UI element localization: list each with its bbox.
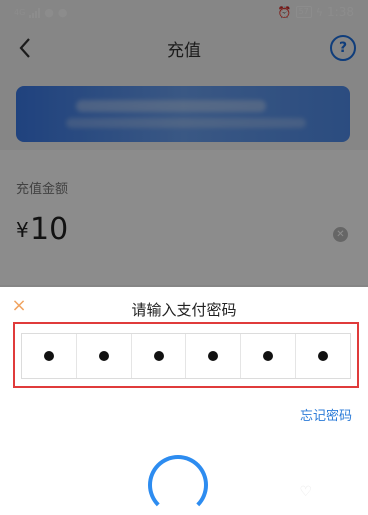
pin-dot xyxy=(208,351,219,361)
payment-password-sheet: × 请输入支付密码 忘记密码 ♡ xyxy=(0,287,368,515)
loading-spinner xyxy=(148,455,208,515)
sheet-title: 请输入支付密码 xyxy=(131,301,237,319)
pin-dot xyxy=(153,351,164,361)
pin-input[interactable] xyxy=(21,333,351,379)
pin-dot xyxy=(318,351,329,361)
pin-cell xyxy=(132,334,187,378)
pin-cell xyxy=(296,334,350,378)
recharge-screen: 4G ● ● ⏰ 57 ϟ 1:38 充值 ? 充值金额 ¥ 10 ✕ × 请输… xyxy=(0,0,368,515)
pin-dot xyxy=(43,351,54,361)
pin-dot xyxy=(98,351,109,361)
pin-cell xyxy=(77,334,132,378)
pin-cell xyxy=(241,334,297,378)
forgot-password-link[interactable]: 忘记密码 xyxy=(300,405,352,424)
heart-icon: ♡ xyxy=(299,484,312,500)
pin-cell xyxy=(186,334,242,378)
pin-cell xyxy=(22,334,77,378)
pin-dot xyxy=(263,351,274,361)
